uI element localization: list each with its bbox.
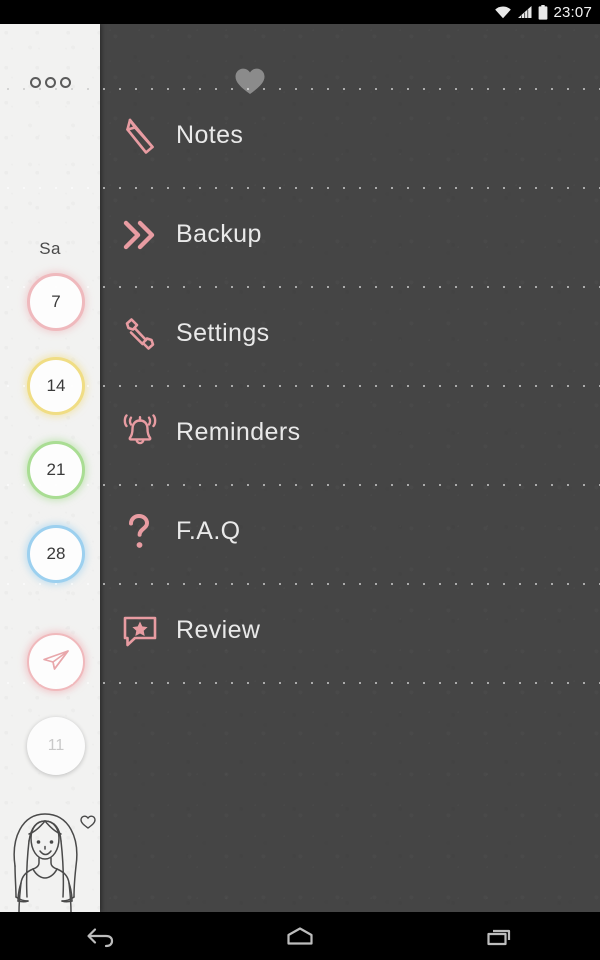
day-circle-28[interactable]: 28 (27, 525, 85, 583)
day-number: 7 (51, 292, 61, 311)
girl-avatar-illustration[interactable] (2, 794, 100, 912)
menu-item-label: Backup (176, 220, 262, 248)
recents-button[interactable] (465, 916, 535, 956)
menu-item-label: F.A.Q (176, 517, 241, 545)
menu-dot (44, 76, 56, 88)
wrench-icon (114, 316, 166, 352)
home-button[interactable] (265, 916, 335, 956)
back-button[interactable] (65, 916, 135, 956)
menu-dot (59, 76, 71, 88)
menu-item-label: Notes (176, 121, 244, 149)
left-sidebar: Sa 7 14 21 28 11 (0, 24, 100, 912)
android-navigation-bar (0, 912, 600, 960)
battery-icon (538, 4, 548, 20)
day-circle-21[interactable]: 21 (27, 441, 85, 499)
three-circles-menu-icon[interactable] (0, 70, 100, 94)
divider (0, 484, 600, 486)
day-of-week-label: Sa (39, 239, 61, 258)
wifi-icon (494, 5, 512, 19)
divider (0, 385, 600, 387)
pencil-icon (114, 115, 166, 157)
double-chevron-right-icon (114, 218, 166, 252)
menu-item-faq[interactable]: F.A.Q (100, 482, 600, 581)
status-bar: 23:07 (0, 0, 600, 24)
app-body: Notes Backup Settings Reminders F.A.Q Re… (0, 24, 600, 912)
cellular-signal-icon (517, 5, 533, 19)
status-bar-clock: 23:07 (553, 3, 592, 21)
divider (0, 88, 600, 90)
menu-item-label: Reminders (176, 418, 301, 446)
menu-item-label: Settings (176, 319, 270, 347)
divider (0, 187, 600, 189)
menu-dot (29, 76, 41, 88)
bell-ringing-icon (114, 413, 166, 452)
menu-item-reminders[interactable]: Reminders (100, 383, 600, 482)
menu-item-label: Review (176, 616, 261, 644)
app-screen: 23:07 Notes Backup Settings Reminders F.… (0, 0, 600, 960)
day-number: 11 (47, 737, 65, 754)
divider (0, 286, 600, 288)
divider (0, 682, 600, 684)
menu-item-notes[interactable]: Notes (100, 86, 600, 185)
heart-outline-icon (80, 815, 96, 829)
day-number: 28 (46, 544, 66, 563)
day-circle-7[interactable]: 7 (27, 273, 85, 331)
day-number: 21 (46, 460, 66, 479)
menu-item-review[interactable]: Review (100, 581, 600, 680)
menu-item-backup[interactable]: Backup (100, 185, 600, 284)
main-menu-panel: Notes Backup Settings Reminders F.A.Q Re… (100, 24, 600, 912)
day-circle-11[interactable]: 11 (27, 717, 85, 775)
divider (0, 583, 600, 585)
speech-bubble-star-icon (114, 613, 166, 649)
paper-plane-icon (41, 648, 71, 677)
question-mark-icon (114, 512, 166, 552)
menu-item-settings[interactable]: Settings (100, 284, 600, 383)
